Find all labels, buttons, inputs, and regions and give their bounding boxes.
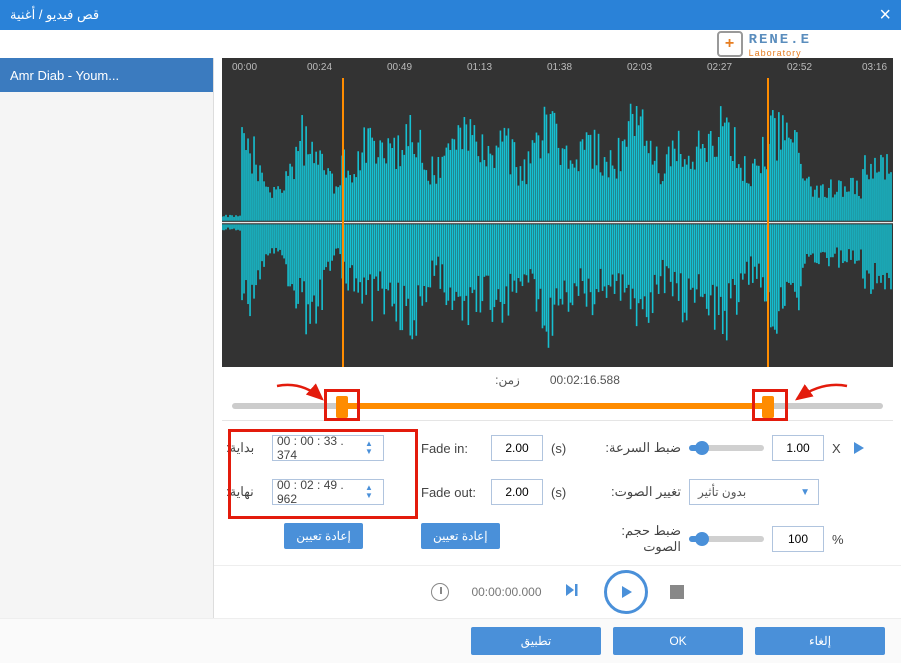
time-value: 00:02:16.588 (550, 373, 620, 387)
unit-label: (s) (551, 485, 566, 500)
voice-select[interactable]: بدون تأثير ▼ (689, 479, 819, 505)
reset-trim-button[interactable]: إعادة تعيين (284, 523, 363, 549)
clock-icon (431, 583, 449, 601)
fadein-label: Fade in: (421, 441, 483, 456)
slider-fill (342, 403, 767, 409)
volume-label: :ضبط حجم الصوت (591, 523, 681, 555)
timeline-ruler: 00:00 00:24 00:49 01:13 01:38 02:03 02:2… (222, 58, 893, 78)
sidebar-item-label: Amr Diab - Youm... (10, 68, 119, 83)
chevron-down-icon: ▼ (800, 487, 810, 498)
volume-input[interactable] (772, 526, 824, 552)
annotation-box (752, 389, 788, 421)
skip-end-icon[interactable] (564, 581, 582, 604)
sidebar-item-track[interactable]: Amr Diab - Youm... (0, 58, 213, 92)
unit-label: (s) (551, 441, 566, 456)
reset-fade-button[interactable]: إعادة تعيين (421, 523, 500, 549)
fadein-input[interactable] (491, 435, 543, 461)
annotation-arrow-icon (787, 381, 857, 411)
trim-marker-start[interactable] (342, 78, 344, 367)
volume-slider[interactable] (689, 536, 764, 542)
playback-bar: 00:00:00.000 (214, 565, 901, 618)
ok-button[interactable]: OK (613, 627, 743, 655)
bottom-bar: تطبيق OK إلغاء (0, 618, 901, 663)
window-title: قص فيديو / أغنية (10, 7, 99, 23)
apply-button[interactable]: تطبيق (471, 627, 601, 655)
sidebar: Amr Diab - Youm... (0, 58, 214, 618)
speed-input[interactable] (772, 435, 824, 461)
volume-suffix: % (832, 532, 844, 547)
annotation-box (228, 429, 418, 519)
play-preview-icon[interactable] (849, 438, 869, 458)
stop-button[interactable] (670, 585, 684, 599)
fadeout-input[interactable] (491, 479, 543, 505)
trim-slider[interactable] (222, 393, 893, 416)
time-label: :زمن (495, 373, 520, 387)
waveform[interactable] (222, 78, 893, 367)
voice-label: :تغيير الصوت (591, 484, 681, 500)
title-bar: قص فيديو / أغنية × (0, 0, 901, 30)
trim-marker-end[interactable] (767, 78, 769, 367)
close-icon[interactable]: × (879, 4, 891, 27)
logo-subtext: Laboratory (749, 48, 811, 58)
logo: RENE.E Laboratory (717, 30, 811, 58)
cancel-button[interactable]: إلغاء (755, 627, 885, 655)
speed-suffix: X (832, 441, 841, 456)
logo-icon (717, 31, 743, 57)
fadeout-label: Fade out: (421, 485, 483, 500)
annotation-arrow-icon (272, 381, 332, 411)
brand-header: RENE.E Laboratory (0, 30, 901, 58)
logo-text: RENE.E (749, 32, 811, 48)
speed-slider[interactable] (689, 445, 764, 451)
play-button[interactable] (604, 570, 648, 614)
speed-label: :ضبط السرعة (591, 440, 681, 456)
playback-time: 00:00:00.000 (471, 585, 541, 599)
